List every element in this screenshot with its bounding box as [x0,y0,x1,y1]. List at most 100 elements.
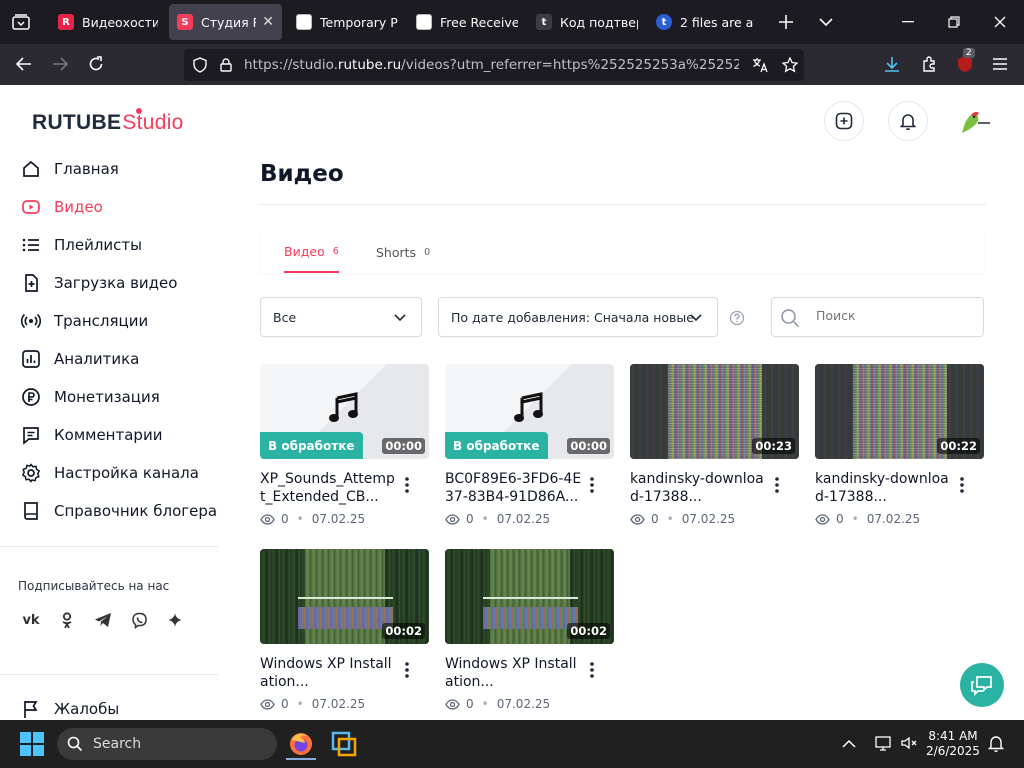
video-views: 0 [466,697,474,711]
rutube-studio-logo[interactable]: RUTUBE Studio [32,108,184,135]
volume-muted-icon[interactable] [900,734,920,754]
browser-tab-4[interactable]: t Код подтверждения [528,4,646,40]
lock-icon[interactable] [216,55,236,75]
video-thumbnail[interactable]: 00:02 [260,549,429,644]
reload-button[interactable] [84,52,108,76]
browser-tab-0[interactable]: R Видеохостинг [50,4,166,40]
bell-icon [900,114,916,130]
plus-icon [779,15,793,29]
page-title: Видео [260,161,344,187]
ublock-extension-button[interactable]: 2 [953,48,977,76]
notification-center-button[interactable] [987,734,1008,754]
app-menu-button[interactable] [988,52,1012,76]
taskbar-clock[interactable]: 8:41 AM 2/6/2025 [920,729,986,759]
maximize-button[interactable] [942,10,966,34]
url-bar[interactable]: https://studio.rutube.ru/videos?utm_refe… [184,49,804,81]
tab-list-button[interactable] [6,8,36,36]
video-card[interactable]: 00:02 Windows XP Installation... 0 • 07.02.2… [445,549,615,711]
network-icon[interactable] [874,734,894,754]
sidebar-item-monetization[interactable]: Монетизация [20,382,160,412]
sidebar-item-home[interactable]: Главная [20,154,119,184]
notifications-button[interactable] [888,101,928,141]
video-title[interactable]: kandinsky-download-17388... [815,470,955,506]
sidebar-item-complaints[interactable]: Жалобы [20,694,119,720]
filter-select[interactable]: Все [260,297,422,337]
viber-link[interactable] [126,608,152,632]
vk-link[interactable]: vk [18,608,44,632]
page-favicon-icon [296,14,312,30]
list-all-tabs-button[interactable] [814,10,838,34]
video-title[interactable]: kandinsky-download-17388... [630,470,770,506]
video-card[interactable]: 00:02 Windows XP Installation... 0 • 07.02.2… [260,549,430,711]
sort-help-button[interactable] [729,310,745,326]
sidebar-item-analytics[interactable]: Аналитика [20,344,139,374]
telegram-link[interactable] [90,608,116,632]
video-card[interactable]: 00:22 kandinsky-download-17388... 0 • 07.02.… [815,364,985,526]
start-button[interactable] [20,732,44,756]
sidebar-item-label: Аналитика [54,350,140,368]
playlist-icon [20,234,42,256]
video-thumbnail[interactable]: В обработке 00:00 [260,364,429,459]
translate-icon[interactable] [750,55,770,75]
close-tab-icon[interactable]: ✕ [262,14,274,30]
back-button[interactable] [12,52,36,76]
video-title[interactable]: BC0F89E6-3FD6-4E37-83B4-91D86A... [445,470,585,506]
video-card[interactable]: 00:23 kandinsky-download-17388... 0 • 07.02.… [630,364,800,526]
dzen-link[interactable] [162,608,188,632]
tab-video[interactable]: Видео 6 [284,231,339,273]
video-duration: 00:02 [382,623,425,639]
upload-header-button[interactable] [824,101,864,141]
video-thumbnail[interactable]: В обработке 00:00 [445,364,614,459]
browser-tab-3[interactable]: Free Receive SMS [408,4,526,40]
video-menu-button[interactable] [585,474,599,496]
sidebar-item-playlists[interactable]: Плейлисты [20,230,142,260]
sidebar-item-broadcasts[interactable]: Трансляции [20,306,148,336]
sidebar-item-video[interactable]: Видео [20,192,103,222]
video-menu-button[interactable] [955,474,969,496]
tracking-protection-icon[interactable] [190,55,210,75]
taskbar-search[interactable]: Search [57,728,277,760]
browser-tab-2[interactable]: Temporary Phone [288,4,406,40]
taskbar-firefox[interactable] [286,728,316,760]
flag-icon [20,698,42,720]
video-title[interactable]: XP_Sounds_Attempt_Extended_CB... [260,470,400,506]
sidebar-item-blogger-guide[interactable]: Справочник блогера [20,496,217,526]
show-hidden-icons-button[interactable] [842,734,862,754]
tab-shorts[interactable]: Shorts 0 [376,231,430,273]
browser-tab-1[interactable]: S Студия RUTUBE ✕ [169,4,282,40]
search-input[interactable] [816,308,966,323]
user-avatar[interactable] [956,105,992,137]
tab-list-icon [12,14,30,30]
bookmark-star-icon[interactable] [780,55,800,75]
sidebar-item-comments[interactable]: Комментарии [20,420,162,450]
browser-tab-5[interactable]: t 2 files are available [648,4,762,40]
video-card[interactable]: В обработке 00:00 XP_Sounds_Attempt_Extend… [260,364,430,526]
video-menu-button[interactable] [585,659,599,681]
sort-select[interactable]: По дате добавления: Сначала новые [438,297,718,337]
sidebar-item-upload[interactable]: Загрузка видео [20,268,177,298]
video-thumbnail[interactable]: 00:22 [815,364,984,459]
clock-time: 8:41 AM [928,729,978,743]
video-thumbnail[interactable]: 00:23 [630,364,799,459]
video-title[interactable]: Windows XP Installation... [445,655,585,691]
video-card[interactable]: В обработке 00:00 BC0F89E6-3FD6-4E37-83B4-… [445,364,615,526]
extensions-button[interactable] [917,52,941,76]
tab-title: Студия RUTUBE [201,14,256,30]
video-menu-button[interactable] [770,474,784,496]
odnoklassniki-link[interactable] [54,608,80,632]
video-title[interactable]: Windows XP Installation... [260,655,400,691]
video-thumbnail[interactable]: 00:02 [445,549,614,644]
search-icon [67,736,83,752]
video-menu-button[interactable] [400,659,414,681]
video-menu-button[interactable] [400,474,414,496]
new-tab-button[interactable] [774,10,798,34]
minimize-button[interactable] [896,10,920,34]
eye-icon [445,513,460,525]
logo-main-text: RUTUBE [32,111,122,134]
sidebar-item-channel-settings[interactable]: Настройка канала [20,458,199,488]
taskbar-virtualbox[interactable] [330,730,360,760]
support-chat-button[interactable] [960,663,1004,707]
close-window-button[interactable] [988,10,1012,34]
downloads-button[interactable] [880,52,904,76]
forward-button[interactable] [48,52,72,76]
